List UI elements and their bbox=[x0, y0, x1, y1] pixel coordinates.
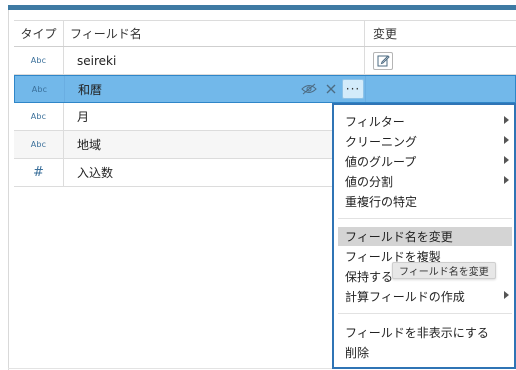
header-field-name-label: フィールド名 bbox=[70, 27, 142, 41]
edit-field-button[interactable] bbox=[373, 51, 393, 70]
menu-separator bbox=[338, 313, 512, 314]
field-name: 地域 bbox=[77, 138, 102, 152]
menu-item-label: フィルター bbox=[345, 115, 405, 129]
submenu-arrow-icon bbox=[504, 136, 509, 144]
menu-item-label: 重複行の特定 bbox=[345, 195, 418, 209]
text-type-icon: Abc bbox=[30, 56, 47, 65]
header-change-cell: 変更 bbox=[365, 21, 516, 46]
menu-item-cleaning[interactable]: クリーニング bbox=[338, 132, 512, 151]
menu-separator bbox=[338, 218, 512, 219]
text-type-icon: Abc bbox=[30, 112, 47, 121]
field-context-menu: フィルター クリーニング 値のグループ 値の分割 重複行の特定 フィールド名を変… bbox=[332, 103, 516, 369]
header-type-cell: タイプ bbox=[14, 21, 64, 46]
top-accent-bar bbox=[8, 5, 516, 10]
field-name: 入込数 bbox=[77, 166, 114, 180]
menu-item-create-calculated-field[interactable]: 計算フィールドの作成 bbox=[338, 287, 512, 306]
close-icon[interactable] bbox=[320, 79, 342, 99]
text-type-icon: Abc bbox=[31, 84, 48, 94]
menu-item-label: 計算フィールドの作成 bbox=[345, 290, 465, 304]
header-type-label: タイプ bbox=[20, 27, 57, 41]
number-type-icon: # bbox=[33, 165, 44, 180]
menu-item-label: 値のグループ bbox=[345, 155, 417, 169]
type-cell: # bbox=[14, 159, 64, 186]
left-border bbox=[8, 10, 9, 370]
menu-item-filter[interactable]: フィルター bbox=[338, 112, 512, 131]
field-name: 月 bbox=[77, 110, 90, 124]
menu-item-label: 値の分割 bbox=[345, 175, 394, 189]
menu-item-label: フィールド名を変更 bbox=[345, 230, 453, 244]
type-cell: Abc bbox=[14, 47, 64, 74]
submenu-arrow-icon bbox=[504, 156, 509, 164]
menu-item-label: 削除 bbox=[345, 346, 370, 360]
type-cell: Abc bbox=[15, 76, 65, 102]
name-cell: seireki bbox=[64, 47, 365, 74]
menu-item-hide-field[interactable]: フィールドを非表示にする bbox=[338, 323, 512, 342]
submenu-arrow-icon bbox=[504, 116, 509, 124]
menu-item-identify-duplicates[interactable]: 重複行の特定 bbox=[338, 192, 512, 211]
table-row[interactable]: Abc seireki bbox=[14, 47, 516, 75]
menu-item-label: クリーニング bbox=[345, 135, 418, 149]
eye-off-icon[interactable] bbox=[298, 79, 320, 99]
edit-icon bbox=[377, 55, 390, 67]
submenu-arrow-icon bbox=[504, 176, 509, 184]
menu-item-label: フィールドを非表示にする bbox=[345, 326, 489, 340]
menu-item-delete[interactable]: 削除 bbox=[338, 343, 512, 362]
name-cell: 月 bbox=[64, 103, 365, 130]
type-cell: Abc bbox=[14, 131, 64, 158]
more-options-button[interactable]: ··· bbox=[342, 79, 364, 99]
name-cell: 入込数 bbox=[64, 159, 365, 186]
table-row-selected[interactable]: Abc 和暦 ··· bbox=[14, 75, 516, 103]
menu-item-rename-field[interactable]: フィールド名を変更 bbox=[338, 227, 512, 246]
menu-item-label: 保持する bbox=[345, 270, 394, 284]
change-cell bbox=[365, 47, 516, 74]
menu-item-group-values[interactable]: 値のグループ bbox=[338, 152, 512, 171]
table-header: タイプ フィールド名 変更 bbox=[14, 20, 516, 47]
name-cell: 和暦 ··· bbox=[65, 76, 366, 102]
field-name: seireki bbox=[77, 53, 117, 68]
type-cell: Abc bbox=[14, 103, 64, 130]
name-cell: 地域 bbox=[64, 131, 365, 158]
rename-tooltip: フィールド名を変更 bbox=[392, 262, 496, 279]
header-change-label: 変更 bbox=[373, 27, 398, 41]
change-cell bbox=[366, 76, 516, 102]
text-type-icon: Abc bbox=[30, 140, 47, 149]
submenu-arrow-icon bbox=[504, 291, 509, 299]
row-actions: ··· bbox=[298, 79, 364, 99]
header-name-cell: フィールド名 bbox=[64, 21, 365, 46]
field-name: 和暦 bbox=[78, 82, 103, 97]
menu-item-split-values[interactable]: 値の分割 bbox=[338, 172, 512, 191]
